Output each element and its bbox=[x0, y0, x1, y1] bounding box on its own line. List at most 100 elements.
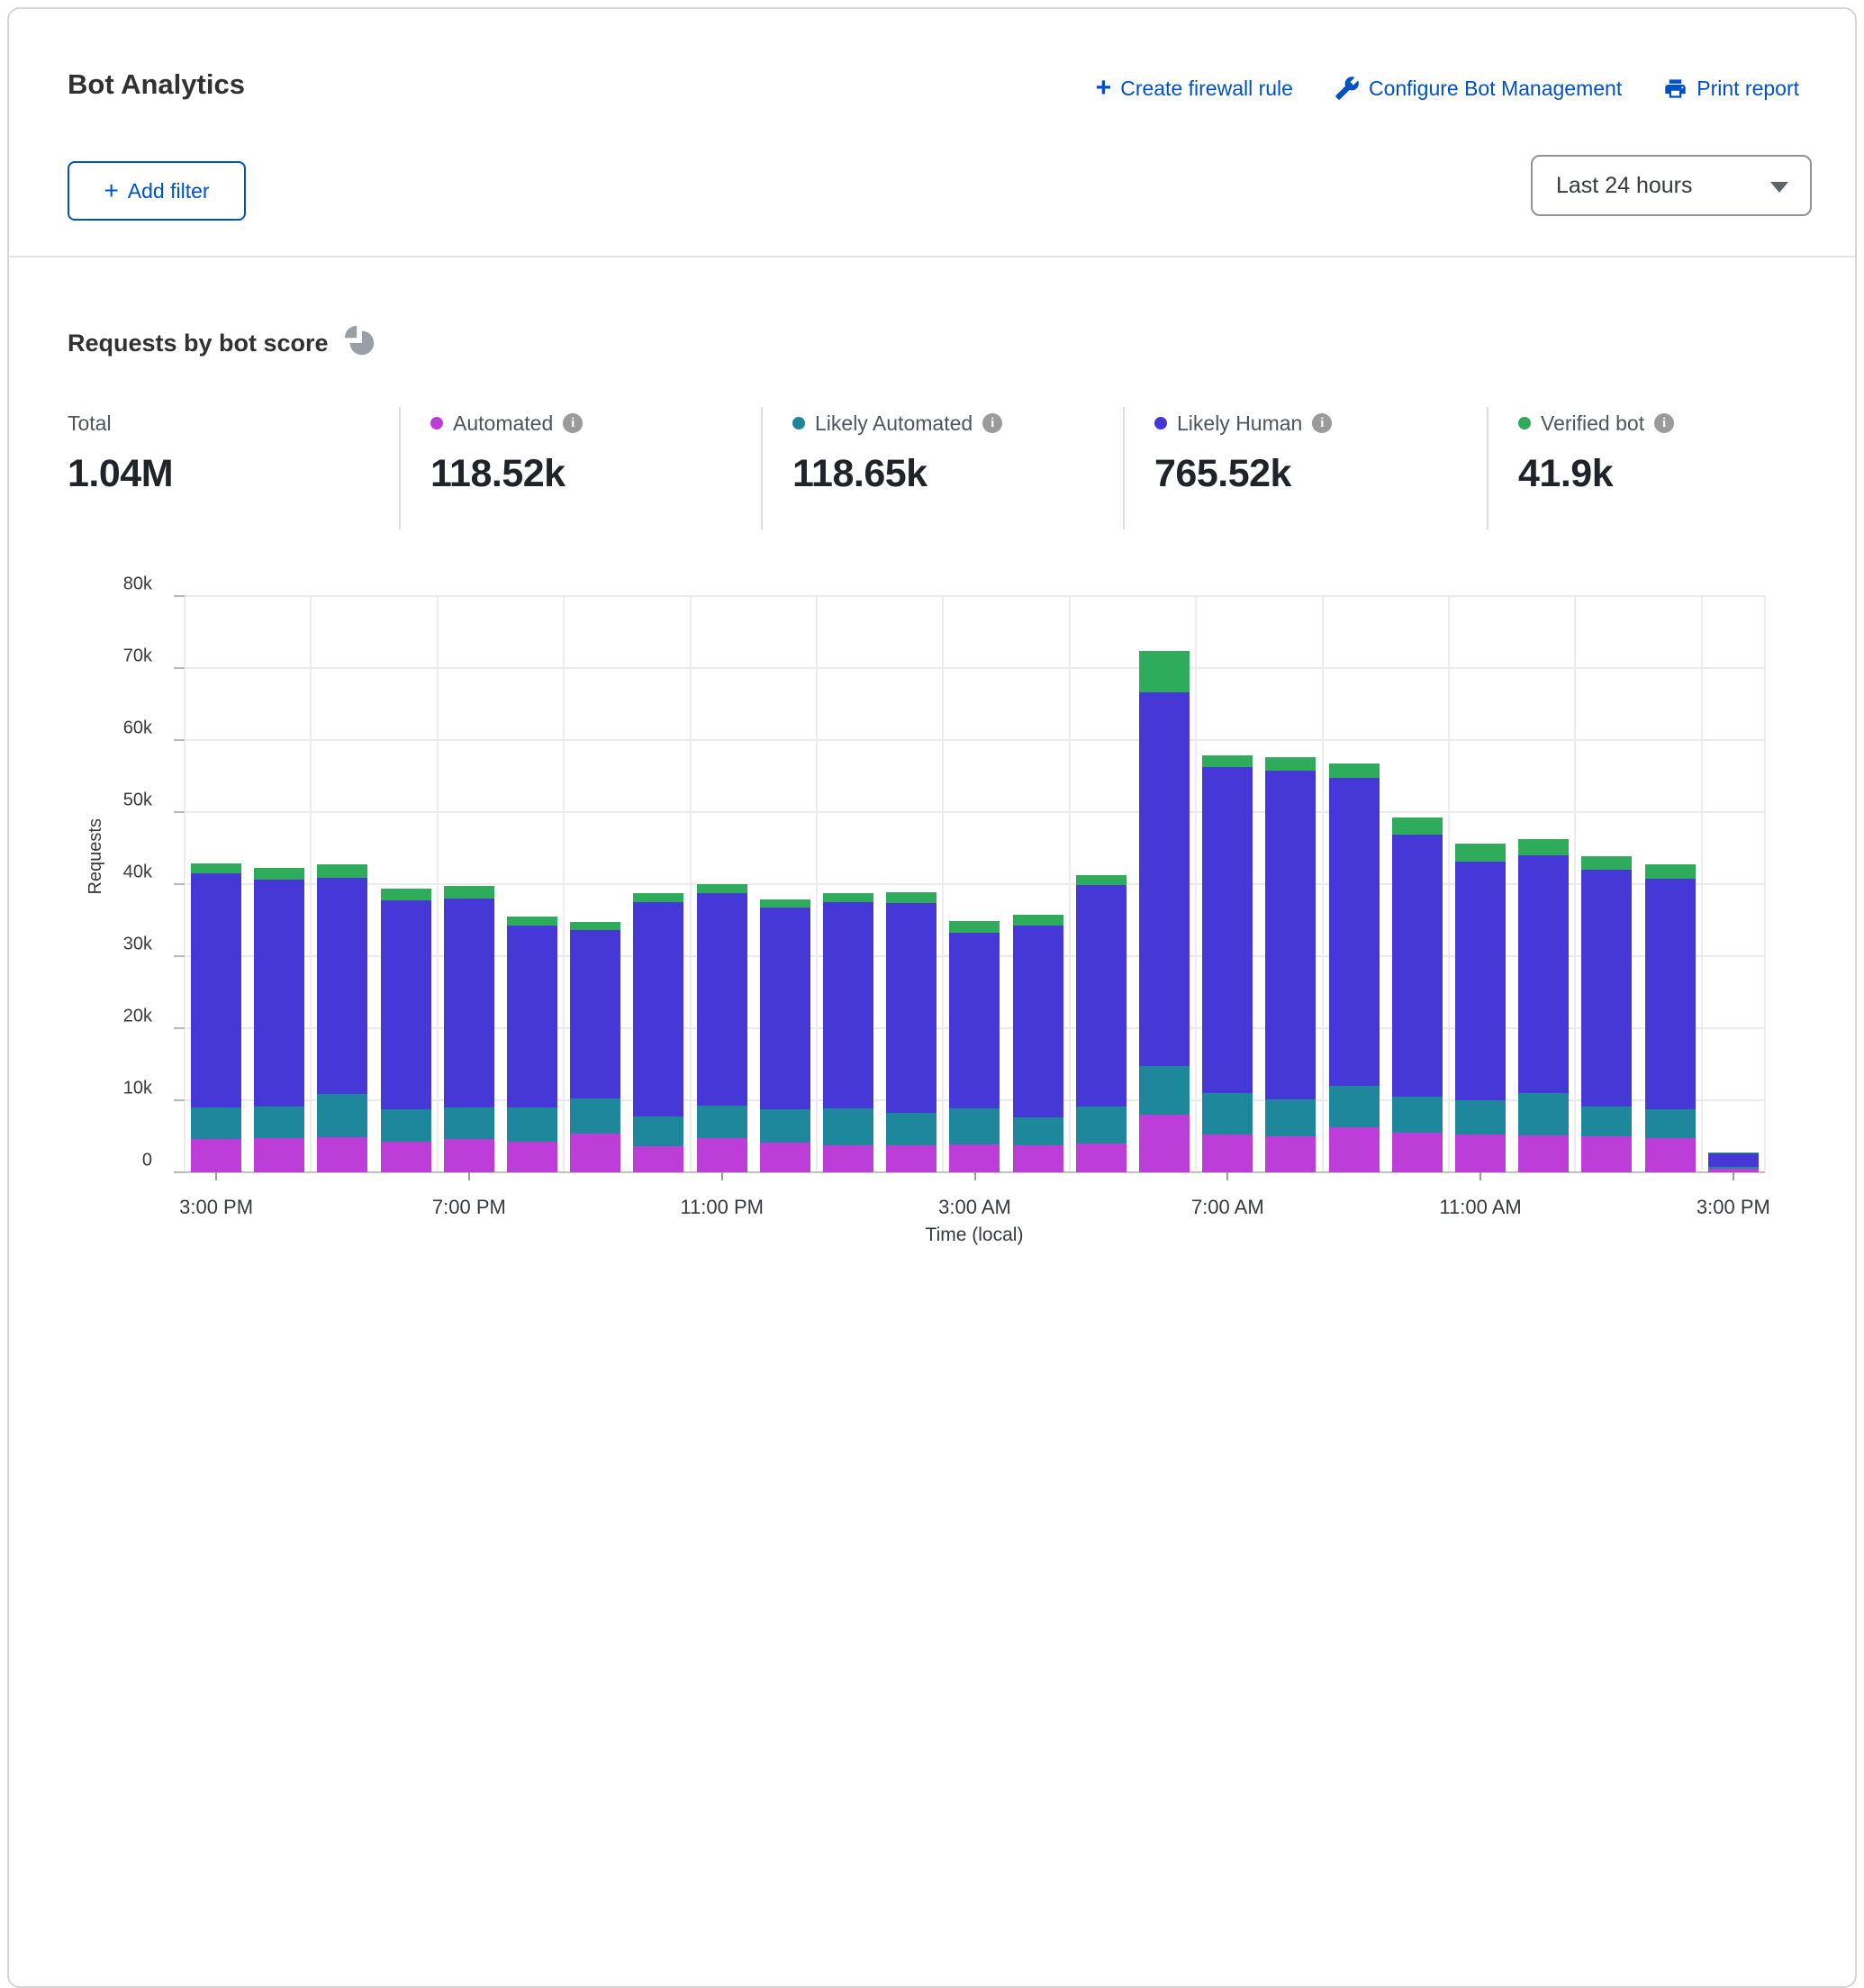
bar-segment-automated[interactable] bbox=[633, 1146, 683, 1172]
bar-segment-verified-bot[interactable] bbox=[1265, 757, 1316, 771]
stacked-bar-7-00-am[interactable] bbox=[1202, 755, 1253, 1172]
bar-segment-likely-automated[interactable] bbox=[949, 1108, 1000, 1144]
bar-segment-likely-human[interactable] bbox=[1076, 885, 1127, 1107]
stacked-bar-8-00-am[interactable] bbox=[1265, 757, 1316, 1172]
bar-segment-automated[interactable] bbox=[1455, 1134, 1506, 1172]
bar-segment-likely-automated[interactable] bbox=[1265, 1099, 1316, 1136]
bar-segment-likely-automated[interactable] bbox=[570, 1098, 620, 1133]
bar-segment-verified-bot[interactable] bbox=[1329, 764, 1380, 778]
add-filter-button[interactable]: + Add filter bbox=[68, 161, 246, 221]
stacked-bar-6-00-pm[interactable] bbox=[381, 889, 431, 1172]
bar-segment-verified-bot[interactable] bbox=[760, 899, 810, 908]
bar-segment-automated[interactable] bbox=[1329, 1127, 1380, 1172]
bar-segment-likely-human[interactable] bbox=[317, 878, 367, 1094]
bar-segment-automated[interactable] bbox=[697, 1138, 747, 1172]
stacked-bar-12-00-pm[interactable] bbox=[1518, 839, 1569, 1172]
bar-segment-likely-human[interactable] bbox=[949, 933, 1000, 1108]
bar-segment-automated[interactable] bbox=[191, 1139, 241, 1172]
stacked-bar-3-00-am[interactable] bbox=[949, 921, 1000, 1172]
bar-segment-verified-bot[interactable] bbox=[381, 889, 431, 900]
bar-segment-verified-bot[interactable] bbox=[1645, 864, 1696, 879]
bar-segment-likely-automated[interactable] bbox=[1013, 1117, 1063, 1144]
stacked-bar-12-00-am[interactable] bbox=[760, 899, 810, 1172]
bar-segment-verified-bot[interactable] bbox=[823, 893, 873, 902]
bar-segment-likely-human[interactable] bbox=[1265, 771, 1316, 1099]
configure-bot-management-link[interactable]: Configure Bot Management bbox=[1335, 76, 1622, 101]
stacked-bar-5-00-pm[interactable] bbox=[317, 864, 367, 1172]
stacked-bar-3-00-pm[interactable] bbox=[1708, 1152, 1759, 1172]
bar-segment-automated[interactable] bbox=[1645, 1138, 1696, 1172]
bar-segment-likely-automated[interactable] bbox=[1076, 1107, 1127, 1143]
bar-segment-automated[interactable] bbox=[570, 1134, 620, 1172]
time-range-select[interactable]: Last 24 hours bbox=[1531, 155, 1812, 216]
bar-segment-automated[interactable] bbox=[823, 1145, 873, 1172]
bar-segment-automated[interactable] bbox=[1518, 1135, 1569, 1172]
bar-segment-likely-automated[interactable] bbox=[1202, 1093, 1253, 1134]
bar-segment-verified-bot[interactable] bbox=[317, 864, 367, 877]
bar-segment-automated[interactable] bbox=[949, 1144, 1000, 1172]
bar-segment-likely-human[interactable] bbox=[1518, 855, 1569, 1093]
bar-segment-automated[interactable] bbox=[1265, 1136, 1316, 1172]
stacked-bar-9-00-pm[interactable] bbox=[570, 922, 620, 1172]
bar-segment-verified-bot[interactable] bbox=[1076, 875, 1127, 885]
bar-segment-likely-automated[interactable] bbox=[633, 1116, 683, 1147]
bar-segment-likely-human[interactable] bbox=[1329, 778, 1380, 1086]
bar-segment-likely-human[interactable] bbox=[886, 903, 937, 1113]
bar-segment-verified-bot[interactable] bbox=[570, 922, 620, 930]
bar-segment-automated[interactable] bbox=[317, 1137, 367, 1172]
bar-segment-automated[interactable] bbox=[1581, 1136, 1632, 1172]
bar-segment-likely-automated[interactable] bbox=[1518, 1093, 1569, 1135]
bar-segment-verified-bot[interactable] bbox=[1202, 755, 1253, 767]
bar-segment-likely-automated[interactable] bbox=[1329, 1086, 1380, 1127]
info-icon[interactable]: i bbox=[982, 413, 1002, 433]
bar-segment-likely-human[interactable] bbox=[507, 926, 557, 1107]
bar-segment-verified-bot[interactable] bbox=[1139, 651, 1190, 692]
bar-segment-likely-automated[interactable] bbox=[697, 1106, 747, 1137]
bar-segment-automated[interactable] bbox=[1202, 1134, 1253, 1172]
bar-segment-automated[interactable] bbox=[760, 1143, 810, 1172]
info-icon[interactable]: i bbox=[1312, 413, 1332, 433]
bar-segment-likely-automated[interactable] bbox=[1581, 1107, 1632, 1136]
stacked-bar-10-00-pm[interactable] bbox=[633, 893, 683, 1172]
bar-segment-automated[interactable] bbox=[1076, 1143, 1127, 1172]
bar-segment-likely-automated[interactable] bbox=[191, 1107, 241, 1139]
stacked-bar-7-00-pm[interactable] bbox=[444, 886, 494, 1172]
stacked-bar-11-00-am[interactable] bbox=[1455, 844, 1506, 1172]
bar-segment-likely-automated[interactable] bbox=[1139, 1066, 1190, 1115]
bar-segment-verified-bot[interactable] bbox=[633, 893, 683, 902]
stacked-bar-3-00-pm[interactable] bbox=[191, 863, 241, 1172]
bar-segment-likely-human[interactable] bbox=[697, 893, 747, 1106]
bar-segment-likely-human[interactable] bbox=[823, 902, 873, 1108]
stacked-bar-2-00-am[interactable] bbox=[886, 892, 937, 1172]
stacked-bar-11-00-pm[interactable] bbox=[697, 884, 747, 1172]
bar-segment-verified-bot[interactable] bbox=[444, 886, 494, 899]
bar-segment-likely-automated[interactable] bbox=[1645, 1109, 1696, 1138]
stacked-bar-4-00-am[interactable] bbox=[1013, 915, 1063, 1172]
bar-segment-likely-human[interactable] bbox=[1455, 862, 1506, 1100]
bar-segment-automated[interactable] bbox=[254, 1138, 304, 1172]
stacked-bar-4-00-pm[interactable] bbox=[254, 868, 304, 1172]
bar-segment-likely-human[interactable] bbox=[1202, 767, 1253, 1093]
bar-segment-automated[interactable] bbox=[886, 1145, 937, 1172]
bar-segment-likely-human[interactable] bbox=[381, 900, 431, 1109]
info-icon[interactable]: i bbox=[563, 413, 583, 433]
bar-segment-likely-human[interactable] bbox=[1708, 1153, 1759, 1166]
bar-segment-verified-bot[interactable] bbox=[254, 868, 304, 880]
bar-segment-likely-automated[interactable] bbox=[317, 1094, 367, 1137]
bar-segment-likely-automated[interactable] bbox=[1392, 1097, 1443, 1133]
bar-segment-verified-bot[interactable] bbox=[1013, 915, 1063, 925]
bar-segment-likely-human[interactable] bbox=[760, 908, 810, 1109]
bar-segment-automated[interactable] bbox=[381, 1142, 431, 1172]
stacked-bar-9-00-am[interactable] bbox=[1329, 764, 1380, 1172]
bar-segment-likely-automated[interactable] bbox=[444, 1107, 494, 1139]
bar-segment-likely-automated[interactable] bbox=[1455, 1100, 1506, 1134]
bar-segment-automated[interactable] bbox=[1392, 1133, 1443, 1172]
bar-segment-automated[interactable] bbox=[1013, 1145, 1063, 1172]
bar-segment-likely-human[interactable] bbox=[1581, 870, 1632, 1107]
bar-segment-verified-bot[interactable] bbox=[507, 917, 557, 926]
bar-segment-verified-bot[interactable] bbox=[1581, 856, 1632, 870]
bar-segment-likely-automated[interactable] bbox=[823, 1108, 873, 1146]
bar-segment-automated[interactable] bbox=[444, 1139, 494, 1172]
bar-segment-likely-human[interactable] bbox=[1392, 835, 1443, 1097]
stacked-bar-1-00-am[interactable] bbox=[823, 893, 873, 1172]
